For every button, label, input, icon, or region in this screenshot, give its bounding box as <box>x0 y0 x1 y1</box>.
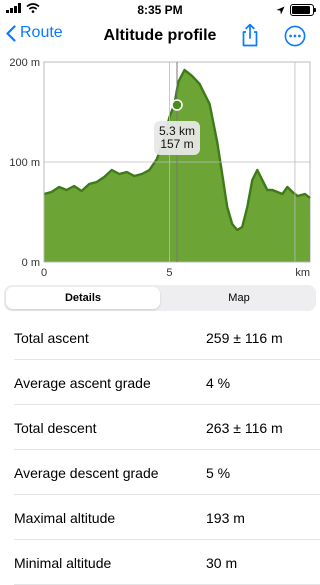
y-tick-label: 200 m <box>9 57 40 69</box>
battery-level <box>292 6 310 14</box>
battery-icon <box>290 4 316 16</box>
stat-value: 259 ± 116 m <box>206 329 283 346</box>
view-segmented-control: Details Map <box>4 285 316 311</box>
page-title: Altitude profile <box>103 27 217 44</box>
stat-row-total-ascent: Total ascent 259 ± 116 m <box>0 315 320 360</box>
stat-label: Average ascent grade <box>14 374 151 391</box>
tab-details[interactable]: Details <box>6 287 160 309</box>
x-tick-label: 0 <box>41 267 47 279</box>
stat-label: Total descent <box>14 419 97 436</box>
stat-label: Maximal altitude <box>14 509 116 526</box>
stat-row-average-descent-grade: Average descent grade 5 % <box>0 450 320 495</box>
status-right <box>276 4 316 16</box>
stat-value: 193 m <box>206 509 245 526</box>
cursor-tooltip-label: 5.3 km <box>159 124 195 138</box>
location-arrow-icon <box>276 5 285 15</box>
cursor-marker <box>171 99 183 111</box>
stat-value: 263 ± 116 m <box>206 419 283 436</box>
navigation-bar: Route Altitude profile <box>0 20 320 52</box>
y-tick-label: 0 m <box>22 257 40 269</box>
tab-map[interactable]: Map <box>162 285 316 311</box>
x-tick-label: km <box>295 267 310 279</box>
statistics-list: Total ascent 259 ± 116 m Average ascent … <box>0 315 320 585</box>
y-tick-label: 100 m <box>9 157 40 169</box>
stat-value: 4 % <box>206 374 231 391</box>
share-icon <box>242 23 258 47</box>
stat-label: Minimal altitude <box>14 554 112 571</box>
stat-label: Total ascent <box>14 329 89 346</box>
stat-label: Average descent grade <box>14 464 159 481</box>
stat-value: 30 m <box>206 554 238 571</box>
more-button[interactable] <box>284 25 306 52</box>
stat-row-minimal-altitude: Minimal altitude 30 m <box>0 540 320 585</box>
stat-row-maximal-altitude: Maximal altitude 193 m <box>0 495 320 540</box>
stat-row-total-descent: Total descent 263 ± 116 m <box>0 405 320 450</box>
status-bar: 8:35 PM <box>0 0 320 20</box>
status-time: 8:35 PM <box>137 3 183 17</box>
share-button[interactable] <box>240 23 260 52</box>
x-tick-label: 5 <box>166 267 172 279</box>
stat-value: 5 % <box>206 464 231 481</box>
cursor-tooltip-label: 157 m <box>160 137 193 151</box>
ellipsis-circle-icon <box>284 25 306 47</box>
altitude-chart[interactable]: 0 m 100 m 200 m 0 5 km 5.3 km157 m <box>0 54 320 280</box>
stat-row-average-ascent-grade: Average ascent grade 4 % <box>0 360 320 405</box>
